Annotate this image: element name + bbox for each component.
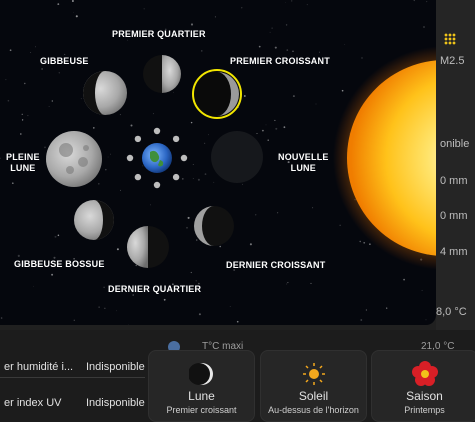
moon-waxing-gibbous (83, 71, 127, 115)
sun-icon (302, 363, 325, 385)
season-tile[interactable]: Saison Printemps (371, 350, 475, 422)
moon-waxing-crescent[interactable] (192, 69, 242, 119)
grid-dots-icon (444, 33, 456, 45)
label-last-quarter: DERNIER QUARTIER (108, 284, 202, 294)
tile-subtitle: Au-dessus de l'horizon (268, 405, 359, 415)
tile-title: Saison (406, 389, 443, 403)
tile-title: Soleil (298, 389, 329, 403)
sensor-value: onible (440, 138, 470, 150)
moon-icon (188, 363, 213, 385)
row-label: er humidité i... (4, 361, 74, 373)
temperature-value: 8,0 °C (436, 306, 467, 318)
flower-icon (411, 361, 438, 386)
moon-waning-crescent (194, 206, 234, 246)
tile-title: Lune (188, 389, 215, 403)
label-waxing-gibbous: GIBBEUSE (40, 56, 89, 66)
moon-phases-popup[interactable]: PREMIER QUARTIER GIBBEUSE PREMIER CROISS… (0, 0, 436, 325)
divider (0, 377, 145, 378)
pm25-label: M2.5 (440, 55, 465, 67)
list-item[interactable]: er index UV Indisponible (0, 388, 145, 418)
label-new-moon: NOUVELLE LUNE (278, 152, 329, 173)
row-label: er index UV (4, 397, 62, 409)
tile-subtitle: Printemps (404, 405, 445, 415)
sensor-value: 0 mm (440, 210, 468, 222)
moon-waning-gibbous (74, 200, 114, 240)
label-full-moon: PLEINE LUNE (6, 152, 40, 173)
moon-tile[interactable]: Lune Premier croissant (148, 350, 255, 422)
label-waxing-crescent: PREMIER CROISSANT (230, 56, 330, 66)
sensor-rows: er humidité i... Indisponible er index U… (0, 340, 150, 422)
label-waning-gibbous: GIBBEUSE BOSSUE (14, 259, 105, 269)
moon-full (46, 131, 102, 187)
sensor-value: 0 mm (440, 175, 468, 187)
label-first-quarter: PREMIER QUARTIER (112, 29, 206, 39)
sun-tile[interactable]: Soleil Au-dessus de l'horizon (260, 350, 367, 422)
sensor-values-column: M2.5 onible 0 mm 0 mm 4 mm (436, 0, 475, 330)
earth-orbit (126, 127, 188, 189)
sun-image (333, 46, 436, 270)
moon-last-quarter (127, 226, 169, 268)
row-value: Indisponible (86, 397, 145, 409)
moon-new (211, 131, 263, 183)
label-waning-crescent: DERNIER CROISSANT (226, 260, 326, 270)
tile-subtitle: Premier croissant (166, 405, 237, 415)
row-value: Indisponible (86, 361, 145, 373)
moon-phases-diagram (0, 0, 436, 325)
moon-first-quarter (143, 55, 181, 93)
sensor-value: 4 mm (440, 246, 468, 258)
